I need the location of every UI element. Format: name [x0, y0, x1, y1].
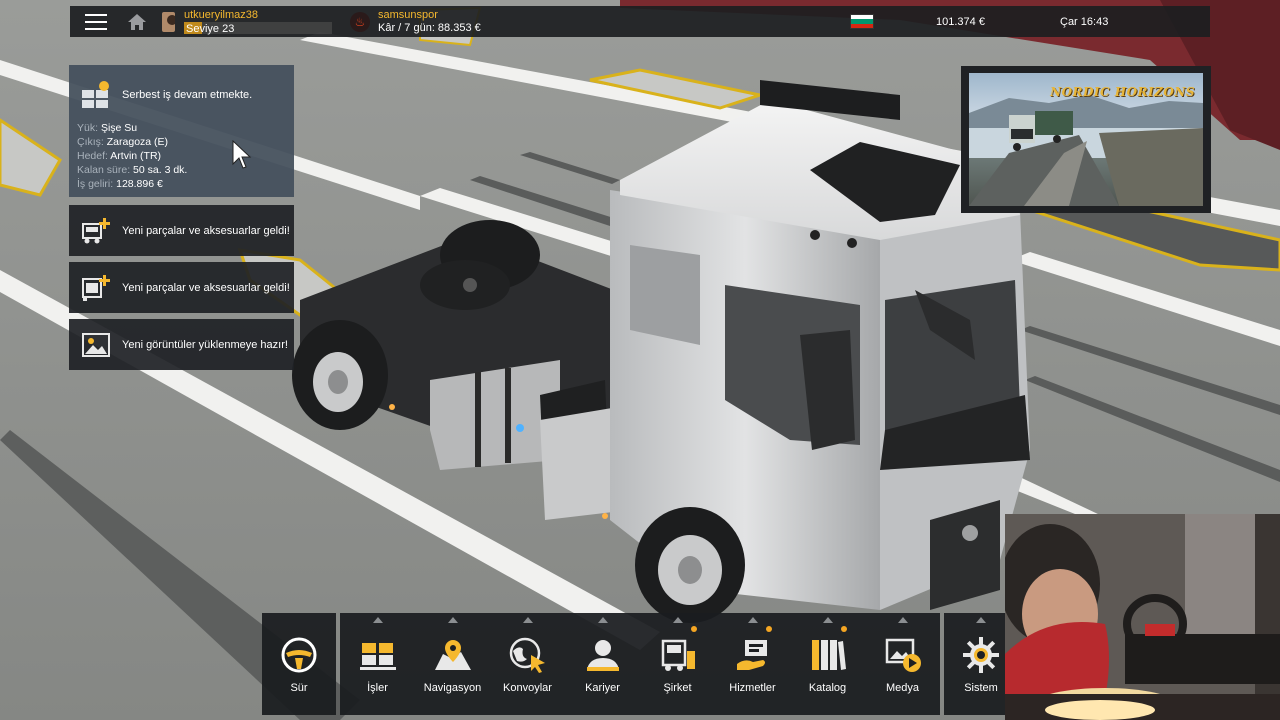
webcam-feed-illustration: [1005, 514, 1280, 720]
notification-new-images[interactable]: Yeni görüntüler yüklenmeye hazır!: [69, 319, 294, 370]
notification-dot: [766, 626, 772, 632]
menu-button[interactable]: [70, 6, 122, 37]
user-profile[interactable]: utkueryilmaz38 Seviye 23: [162, 9, 332, 35]
cargo-icon: [359, 643, 396, 670]
home-button[interactable]: [122, 6, 152, 37]
company-info[interactable]: ♨ samsunspor Kâr / 7 gün: 88.353 €: [350, 9, 770, 35]
game-clock: Çar 16:43: [1060, 15, 1109, 28]
truck-parts-plus-icon: [82, 217, 110, 243]
notification-dot: [841, 626, 847, 632]
services-icon: [736, 640, 767, 670]
level-label: Seviye 23: [186, 23, 235, 35]
job-details: Yük: Şişe Su Çıkış: Zaragoza (E) Hedef: …: [69, 113, 294, 191]
menu-item-media[interactable]: Medya: [865, 613, 940, 715]
menu-item-jobs[interactable]: İşler: [340, 613, 415, 715]
level-progress-bar: Seviye 23: [184, 22, 332, 35]
globe-cursor-icon: [509, 637, 545, 673]
menu-item-label: Konvoylar: [503, 682, 552, 694]
job-cargo-row: Yük: Şişe Su: [77, 122, 138, 134]
money-balance: 101.374 €: [936, 15, 985, 28]
menu-item-label: İşler: [367, 682, 388, 694]
promo-title: NORDIC HORIZONS: [1050, 85, 1195, 99]
menu-item-label: Katalog: [808, 682, 847, 694]
job-destination-row: Hedef: Artvin (TR): [77, 150, 162, 162]
notification-text: Yeni parçalar ve aksesuarlar geldi!: [122, 224, 290, 237]
notification-dot: [691, 626, 697, 632]
menu-item-navigation[interactable]: Navigasyon: [415, 613, 490, 715]
menu-item-convoys[interactable]: Konvoylar: [490, 613, 565, 715]
menu-item-label: Medya: [885, 682, 920, 694]
notification-text: Yeni parçalar ve aksesuarlar geldi!: [122, 281, 290, 294]
company-truck-icon: [661, 639, 695, 671]
promo-image: NORDIC HORIZONS: [969, 73, 1203, 206]
menu-item-catalog[interactable]: Katalog: [790, 613, 865, 715]
menu-item-label: Hizmetler: [729, 682, 776, 694]
catalog-icon: [811, 640, 846, 670]
media-icon: [885, 638, 921, 672]
image-icon: [82, 332, 110, 357]
hamburger-icon: [85, 13, 107, 30]
top-bar: utkueryilmaz38 Seviye 23 ♨ samsunspor Kâ…: [70, 6, 1210, 37]
job-income-row: İş geliri: 128.896 €: [77, 178, 163, 190]
trailer-parts-plus-icon: [82, 274, 110, 301]
main-menu-group: İşler Navigasyon Konvoylar Kariyer Şirke…: [340, 613, 940, 715]
notification-text: Yeni görüntüler yüklenmeye hazır!: [122, 338, 288, 351]
mouse-cursor-icon: [232, 140, 252, 169]
drive-button[interactable]: Sür: [262, 613, 336, 715]
drive-group: Sür: [262, 613, 336, 715]
person-icon: [586, 640, 619, 671]
cargo-job-icon: [82, 80, 109, 108]
menu-item-label: Navigasyon: [423, 682, 482, 694]
menu-item-career[interactable]: Kariyer: [565, 613, 640, 715]
notification-new-parts[interactable]: Yeni parçalar ve aksesuarlar geldi!: [69, 205, 294, 256]
menu-item-services[interactable]: Hizmetler: [715, 613, 790, 715]
steering-wheel-icon: [281, 637, 317, 673]
home-icon: [128, 13, 146, 30]
job-status-title: Serbest iş devam etmekte.: [122, 88, 253, 101]
job-status-panel[interactable]: Serbest iş devam etmekte. Yük: Şişe Su Ç…: [69, 65, 294, 197]
webcam-overlay: [1005, 514, 1280, 720]
company-logo-icon: ♨: [350, 11, 370, 32]
gear-icon: [963, 637, 999, 673]
avatar: [162, 11, 175, 32]
username: utkueryilmaz38: [184, 9, 258, 21]
map-pin-icon: [434, 640, 471, 670]
job-origin-row: Çıkış: Zaragoza (E): [77, 136, 169, 148]
promo-preview-card[interactable]: NORDIC HORIZONS: [961, 66, 1211, 213]
notification-new-parts-2[interactable]: Yeni parçalar ve aksesuarlar geldi!: [69, 262, 294, 313]
drive-label: Sür: [290, 682, 308, 694]
company-name: samsunspor: [378, 8, 438, 21]
country-flag-icon: [850, 14, 874, 29]
menu-item-company[interactable]: Şirket: [640, 613, 715, 715]
menu-item-label: Şirket: [663, 682, 692, 694]
job-remaining-time-row: Kalan süre: 50 sa. 3 dk.: [77, 164, 188, 176]
menu-item-label: Kariyer: [585, 682, 620, 694]
company-profit: Kâr / 7 gün: 88.353 €: [378, 21, 481, 34]
